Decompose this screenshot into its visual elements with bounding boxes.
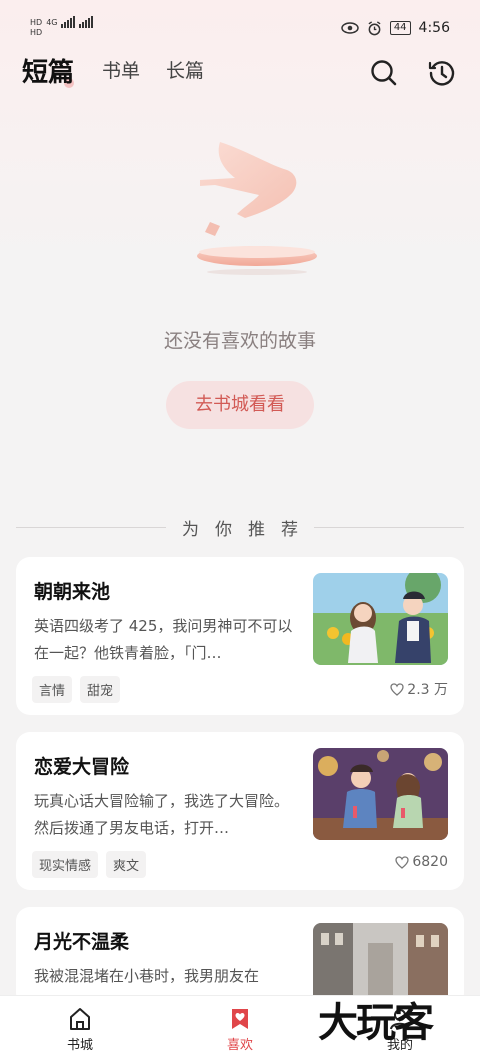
top-header: 短篇 书单 长篇: [0, 52, 480, 92]
likes-text: 2.3 万: [407, 682, 448, 698]
clock-time: 4:56: [418, 20, 450, 36]
empty-hand-illustration: [197, 142, 317, 275]
story-title: 朝朝来池: [34, 581, 111, 603]
story-card[interactable]: 朝朝来池 英语四级考了 425，我问男神可不可以在一起？他铁青着脸，「门… 言情…: [16, 557, 464, 715]
story-cover-image: [313, 573, 448, 665]
story-tag[interactable]: 现实情感: [32, 851, 99, 878]
alarm-icon: [368, 20, 381, 35]
tab-book-lists[interactable]: 书单: [102, 56, 140, 83]
search-icon[interactable]: [369, 58, 399, 88]
eye-icon: [341, 22, 359, 34]
heart-outline-icon: [390, 682, 404, 696]
network-indicators: HD 4G HD: [30, 16, 94, 37]
story-tag[interactable]: 甜宠: [80, 676, 121, 703]
likes-count: 6820: [395, 854, 448, 870]
signal-icon: [61, 16, 76, 28]
story-cover-image: [313, 748, 448, 840]
story-card[interactable]: 恋爱大冒险 玩真心话大冒险输了，我选了大冒险。然后拨通了男友电话，打开… 现实情…: [16, 732, 464, 890]
home-icon: [70, 1008, 90, 1030]
likes-count: 2.3 万: [390, 679, 448, 699]
tab-short-stories[interactable]: 短篇: [22, 52, 74, 89]
story-title: 月光不温柔: [34, 931, 130, 953]
empty-state-message: 还没有喜欢的故事: [163, 330, 316, 352]
nav-favorites-label: 喜欢: [226, 1038, 253, 1053]
heart-bookmark-icon: [232, 1009, 248, 1029]
go-to-bookstore-button[interactable]: 去书城看看: [166, 381, 314, 429]
divider-line-right: [314, 527, 464, 528]
heart-outline-icon: [395, 855, 410, 869]
history-icon[interactable]: [427, 58, 457, 88]
story-tag[interactable]: 爽文: [106, 851, 147, 878]
battery-icon: 44: [389, 21, 411, 35]
recommend-divider: 为你推荐: [16, 513, 464, 541]
story-tag[interactable]: 言情: [32, 676, 73, 703]
nav-bookstore[interactable]: 书城: [40, 1006, 120, 1053]
nav-favorites[interactable]: 喜欢: [200, 1006, 280, 1053]
watermark-logo: 大玩客: [318, 999, 434, 1046]
signal-icon-2: [79, 16, 94, 28]
story-description: 玩真心话大冒险输了，我选了大冒险。然后拨通了男友电话，打开…: [34, 792, 290, 837]
story-title: 恋爱大冒险: [34, 756, 130, 778]
tab-long-stories[interactable]: 长篇: [166, 56, 204, 83]
hd-label-2: HD: [30, 28, 43, 37]
story-tags: 现实情感 爽文: [32, 851, 147, 878]
hd-label: HD: [30, 17, 43, 27]
nav-bookstore-label: 书城: [66, 1038, 93, 1053]
story-tags: 言情 甜宠: [32, 676, 121, 703]
likes-text: 6820: [412, 854, 448, 870]
status-bar: HD 4G HD 44 4:56: [0, 0, 480, 58]
signal-type: 4G: [46, 17, 58, 27]
story-description: 英语四级考了 425，我问男神可不可以在一起？他铁青着脸，「门…: [34, 617, 293, 662]
